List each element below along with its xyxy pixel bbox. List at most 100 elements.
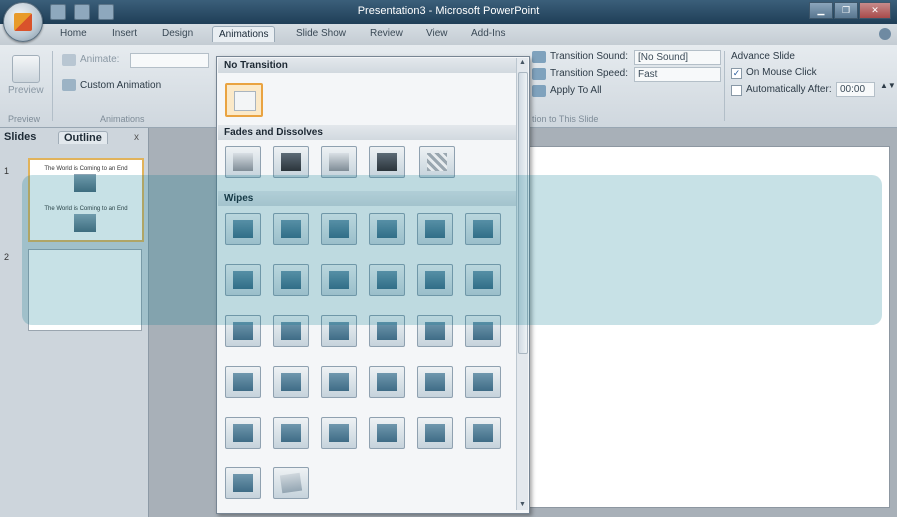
- transition-tile[interactable]: [273, 264, 309, 296]
- scroll-thumb[interactable]: [518, 72, 528, 354]
- transition-effect-icon: [425, 271, 445, 289]
- tab-design[interactable]: Design: [162, 28, 193, 39]
- transition-tile[interactable]: [225, 417, 261, 449]
- cut-tile[interactable]: [321, 146, 357, 178]
- transition-tile[interactable]: [465, 213, 501, 245]
- tab-review[interactable]: Review: [370, 28, 403, 39]
- transition-tile[interactable]: [273, 366, 309, 398]
- tab-view[interactable]: View: [426, 28, 448, 39]
- custom-animation-icon: [62, 79, 76, 91]
- apply-to-all-button[interactable]: Apply To All: [550, 85, 602, 96]
- transition-tile[interactable]: [273, 467, 309, 499]
- slide-thumbnail-1[interactable]: The World is Coming to an End The World …: [28, 158, 144, 242]
- transition-effect-icon: [329, 220, 349, 238]
- transition-tile[interactable]: [417, 417, 453, 449]
- no-transition-tile[interactable]: [225, 83, 263, 117]
- tab-add-ins[interactable]: Add-Ins: [471, 28, 505, 39]
- automatically-after-checkbox[interactable]: [731, 85, 742, 96]
- fade-smoothly-tile[interactable]: [225, 146, 261, 178]
- transition-tile[interactable]: [225, 366, 261, 398]
- transition-tile[interactable]: [369, 213, 405, 245]
- transition-effect-icon: [279, 472, 303, 494]
- help-icon[interactable]: [879, 28, 891, 40]
- transition-effect-icon: [473, 322, 493, 340]
- transition-effect-icon: [281, 220, 301, 238]
- transition-tile[interactable]: [225, 264, 261, 296]
- transition-tile[interactable]: [417, 366, 453, 398]
- transition-tile[interactable]: [417, 264, 453, 296]
- minimize-button[interactable]: ▁: [809, 2, 833, 19]
- transition-tile[interactable]: [465, 315, 501, 347]
- slide-canvas[interactable]: [515, 146, 890, 508]
- animate-dropdown[interactable]: [130, 53, 209, 68]
- transition-tile[interactable]: [369, 417, 405, 449]
- transition-tile[interactable]: [465, 417, 501, 449]
- tab-slide-show[interactable]: Slide Show: [296, 28, 346, 39]
- transition-gallery: No Transition Fades and Dissolves Wipes …: [216, 56, 530, 514]
- tab-outline[interactable]: Outline: [58, 131, 108, 144]
- transition-speed-label: Transition Speed:: [550, 68, 629, 79]
- spinner-icon[interactable]: ▲▼: [880, 81, 896, 90]
- slides-panel: Slides Outline x 1 The World is Coming t…: [0, 128, 149, 517]
- transition-sound-select[interactable]: [No Sound]: [634, 50, 721, 65]
- gallery-scrollbar[interactable]: ▲ ▼: [516, 58, 528, 510]
- transition-sound-icon: [532, 51, 546, 63]
- transition-tile[interactable]: [321, 366, 357, 398]
- transition-tile[interactable]: [273, 213, 309, 245]
- transition-effect-icon: [281, 322, 301, 340]
- fade-through-black-tile[interactable]: [273, 146, 309, 178]
- group-divider: [52, 51, 53, 121]
- transition-tile[interactable]: [225, 213, 261, 245]
- close-icon[interactable]: x: [134, 132, 139, 143]
- transition-effect-icon: [233, 424, 253, 442]
- tab-home[interactable]: Home: [60, 28, 87, 39]
- animations-group-label: Animations: [100, 114, 145, 124]
- transition-tile[interactable]: [369, 315, 405, 347]
- transition-tile[interactable]: [321, 213, 357, 245]
- group-divider: [724, 51, 725, 121]
- on-mouse-click-checkbox[interactable]: ✓: [731, 68, 742, 79]
- office-logo-icon: [14, 13, 32, 31]
- transition-effect-icon: [473, 271, 493, 289]
- transition-tile[interactable]: [417, 315, 453, 347]
- transition-tile[interactable]: [273, 417, 309, 449]
- ribbon-tabs: Home Insert Design Animations Slide Show…: [0, 24, 897, 45]
- transition-tile[interactable]: [369, 264, 405, 296]
- transition-tile[interactable]: [225, 315, 261, 347]
- maximize-button[interactable]: ❐: [834, 2, 858, 19]
- custom-animation-button[interactable]: Custom Animation: [80, 80, 161, 91]
- transition-speed-select[interactable]: Fast: [634, 67, 721, 82]
- transition-effect-icon: [233, 271, 253, 289]
- transition-effect-icon: [425, 424, 445, 442]
- office-button[interactable]: [3, 2, 43, 42]
- transition-tile[interactable]: [321, 315, 357, 347]
- transition-tile[interactable]: [321, 264, 357, 296]
- slide-thumbnail-2[interactable]: [28, 249, 142, 331]
- scroll-up-icon[interactable]: ▲: [519, 59, 526, 66]
- transition-effect-icon: [377, 271, 397, 289]
- transition-tile[interactable]: [465, 264, 501, 296]
- title-bar: Presentation3 - Microsoft PowerPoint ▁ ❐…: [0, 0, 897, 24]
- transition-tile[interactable]: [273, 315, 309, 347]
- transition-tile[interactable]: [417, 213, 453, 245]
- transition-effect-icon: [329, 373, 349, 391]
- tab-slides[interactable]: Slides: [4, 131, 36, 143]
- transition-effect-icon: [329, 322, 349, 340]
- animate-label: Animate:: [80, 54, 120, 65]
- transition-effect-icon: [377, 424, 397, 442]
- transition-tile[interactable]: [465, 366, 501, 398]
- tab-insert[interactable]: Insert: [112, 28, 137, 39]
- transition-effect-icon: [233, 220, 253, 238]
- cut-through-black-tile[interactable]: [369, 146, 405, 178]
- transition-sound-label: Transition Sound:: [550, 51, 629, 62]
- section-wipes: Wipes: [218, 191, 522, 206]
- transition-tile[interactable]: [369, 366, 405, 398]
- scroll-down-icon[interactable]: ▼: [519, 501, 526, 508]
- transition-tile[interactable]: [225, 467, 261, 499]
- close-button[interactable]: ✕: [859, 2, 891, 19]
- preview-button[interactable]: [12, 55, 40, 83]
- dissolve-tile[interactable]: [419, 146, 455, 178]
- tab-animations[interactable]: Animations: [212, 26, 276, 42]
- automatically-after-input[interactable]: 00:00: [836, 82, 875, 97]
- transition-tile[interactable]: [321, 417, 357, 449]
